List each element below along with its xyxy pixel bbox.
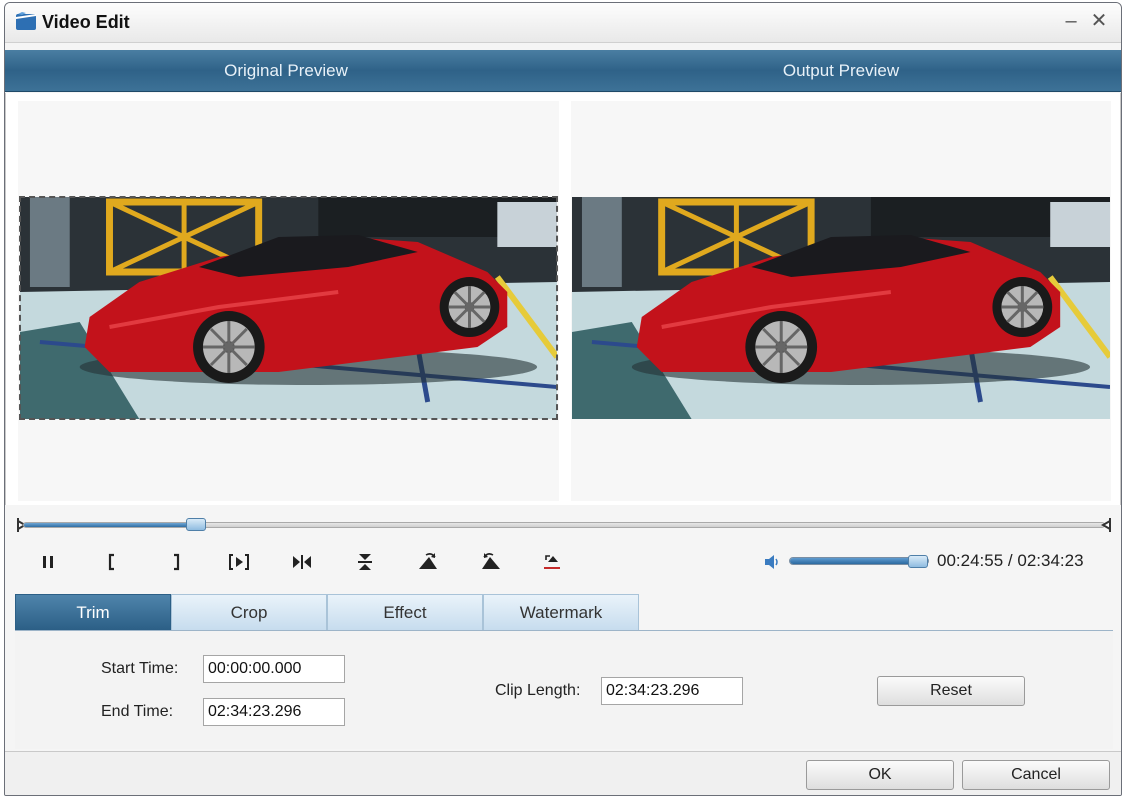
original-preview-panel: [18, 101, 559, 501]
undo-button[interactable]: [537, 547, 567, 577]
clip-length-input[interactable]: [601, 677, 743, 705]
output-preview-label: Output Preview: [782, 61, 900, 80]
rotate-right-button[interactable]: [413, 547, 443, 577]
car-frame-image: [572, 197, 1110, 419]
end-time-label: End Time:: [101, 703, 174, 720]
original-video-frame[interactable]: [19, 196, 558, 420]
timeline-thumb[interactable]: [186, 518, 207, 531]
volume-control: [763, 551, 933, 573]
play-segment-icon: [229, 554, 249, 570]
title-bar: Video Edit – ✕: [5, 3, 1121, 43]
car-frame-image: [20, 197, 557, 419]
preview-area: [5, 93, 1121, 505]
undo-icon: [544, 555, 560, 569]
pause-button[interactable]: [33, 547, 63, 577]
end-marker-icon[interactable]: [1101, 517, 1111, 533]
start-time-label: Start Time:: [101, 660, 179, 677]
edit-tabs: Trim Crop Effect Watermark: [15, 594, 1113, 631]
timeline-scrubber[interactable]: [17, 515, 1111, 535]
original-preview-label: Original Preview: [224, 61, 348, 80]
split-icon: [293, 555, 311, 569]
reset-button[interactable]: Reset: [877, 676, 1025, 706]
set-end-icon: [174, 553, 180, 571]
dialog-footer: OK Cancel: [5, 751, 1121, 795]
rotate-left-button[interactable]: [476, 547, 506, 577]
tab-trim[interactable]: Trim: [15, 594, 171, 630]
set-start-icon: [108, 553, 114, 571]
time-separator: /: [1003, 551, 1018, 570]
app-logo-icon: [16, 12, 36, 30]
time-readout: 00:24:55 / 02:34:23: [937, 551, 1084, 571]
flip-vertical-icon: [358, 554, 372, 570]
minimize-button[interactable]: –: [1059, 9, 1083, 33]
cancel-button[interactable]: Cancel: [962, 760, 1110, 790]
split-button[interactable]: [287, 547, 317, 577]
trim-panel: Start Time: End Time: Clip Length: Reset: [15, 631, 1113, 749]
tab-crop[interactable]: Crop: [171, 594, 327, 630]
tab-effect[interactable]: Effect: [327, 594, 483, 630]
start-time-input[interactable]: [203, 655, 345, 683]
output-video-frame: [572, 197, 1110, 419]
pause-icon: [43, 556, 53, 568]
set-start-button[interactable]: [97, 547, 127, 577]
end-time-input[interactable]: [203, 698, 345, 726]
ok-button[interactable]: OK: [806, 760, 954, 790]
video-edit-window: Video Edit – ✕ Original Preview Output P…: [4, 2, 1122, 796]
clip-length-label: Clip Length:: [495, 682, 581, 699]
tab-watermark[interactable]: Watermark: [483, 594, 639, 630]
preview-header: Original Preview Output Preview: [5, 50, 1121, 92]
volume-slider[interactable]: [789, 555, 929, 568]
close-button[interactable]: ✕: [1087, 9, 1111, 33]
total-time: 02:34:23: [1017, 551, 1084, 570]
current-time: 00:24:55: [937, 551, 1004, 570]
volume-thumb[interactable]: [908, 555, 929, 568]
speaker-icon[interactable]: [763, 552, 783, 572]
timeline-progress: [24, 523, 197, 527]
output-preview-panel: [571, 101, 1111, 501]
flip-vertical-button[interactable]: [350, 547, 380, 577]
rotate-right-icon: [419, 553, 437, 569]
window-title: Video Edit: [42, 12, 130, 32]
play-segment-button[interactable]: [224, 547, 254, 577]
volume-level: [790, 558, 919, 564]
rotate-left-icon: [482, 553, 500, 569]
set-end-button[interactable]: [161, 547, 191, 577]
